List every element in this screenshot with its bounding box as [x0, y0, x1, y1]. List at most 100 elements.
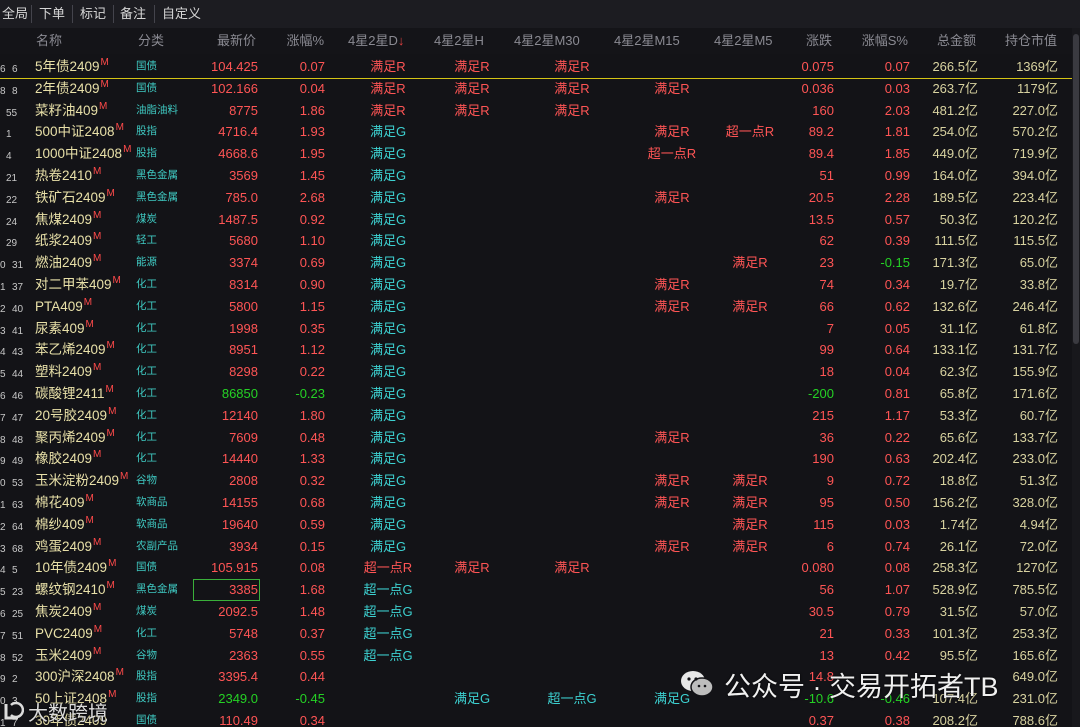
- instrument-name[interactable]: 1000中证2408M: [35, 143, 131, 165]
- price-diff: 0.075: [801, 59, 834, 74]
- col-header-position[interactable]: 持仓市值: [995, 28, 1057, 54]
- table-row[interactable]: 5 44 塑料2409M 化工 8298 0.22 满足G 18 0.04 62.3亿 155.9亿: [0, 361, 1072, 383]
- tab-note[interactable]: 备注: [120, 0, 146, 28]
- col-header-h[interactable]: 4星2星H: [434, 28, 484, 54]
- col-header-change-s[interactable]: 涨幅S%: [850, 28, 908, 54]
- table-row[interactable]: 29 纸浆2409M 轻工 5680 1.10 满足G 62 0.39 111.5亿 115.5亿: [0, 230, 1072, 252]
- table-row[interactable]: 0 53 玉米淀粉2409M 谷物 2808 0.32 满足G 满足R 满足R 9 0.72 18.8…: [0, 470, 1072, 492]
- instrument-name[interactable]: PVC2409M: [35, 623, 102, 645]
- tab-order[interactable]: 下单: [39, 0, 65, 28]
- table-row[interactable]: 3 68 鸡蛋2409M 农副产品 3934 0.15 满足G 满足R 满足R 6 0.74 26.1…: [0, 536, 1072, 558]
- col-header-name[interactable]: 名称: [36, 28, 62, 54]
- table-row[interactable]: 8 48 聚丙烯2409M 化工 7609 0.48 满足G 满足R 36 0.22 65.6亿 13…: [0, 427, 1072, 449]
- position-value: 231.0亿: [1012, 691, 1058, 707]
- col-header-price[interactable]: 最新价: [190, 28, 256, 54]
- instrument-name[interactable]: 焦煤2409M: [35, 209, 101, 231]
- instrument-name[interactable]: 塑料2409M: [35, 361, 101, 383]
- table-row[interactable]: 4 5 10年债2409M 国债 105.915 0.08 超一点R 满足R 满足R 0.080 0…: [0, 557, 1072, 579]
- table-row[interactable]: 24 焦煤2409M 煤炭 1487.5 0.92 满足G 13.5 0.57 50.3亿 120…: [0, 209, 1072, 231]
- instrument-name[interactable]: 燃油2409M: [35, 252, 101, 274]
- signal-d: 超一点G: [363, 582, 413, 598]
- signal-m30: 满足R: [554, 80, 590, 96]
- table-row[interactable]: 7 51 PVC2409M 化工 5748 0.37 超一点G 21 0.33 101.3亿 253…: [0, 623, 1072, 645]
- instrument-name[interactable]: 菜籽油409M: [35, 100, 107, 122]
- table-row[interactable]: 1 63 棉花409M 软商品 14155 0.68 满足G 满足R 满足R 95 0.50 156.…: [0, 492, 1072, 514]
- sector-tag: 股指: [136, 147, 157, 160]
- instrument-name[interactable]: 对二甲苯409M: [35, 274, 121, 296]
- price-diff: 6: [826, 538, 834, 554]
- col-header-change-pct[interactable]: 涨幅%: [270, 28, 324, 54]
- table-row[interactable]: 3 41 尿素409M 化工 1998 0.35 满足G 7 0.05 31.1亿 61.8亿: [0, 318, 1072, 340]
- table-row[interactable]: 2 64 棉纱409M 软商品 19640 0.59 满足G 满足R 115 0.03 1.74亿 4…: [0, 514, 1072, 536]
- price-diff: 51: [819, 168, 834, 183]
- total-amount: 449.0亿: [932, 146, 978, 162]
- instrument-name[interactable]: 玉米2409M: [35, 645, 101, 667]
- instrument-name[interactable]: 螺纹钢2410M: [35, 579, 115, 601]
- col-header-d[interactable]: 4星2星D↓: [348, 28, 404, 54]
- col-header-m15[interactable]: 4星2星M15: [614, 28, 680, 54]
- col-header-m30[interactable]: 4星2星M30: [514, 28, 580, 54]
- table-row[interactable]: 8 8 2年债2409M 国债 102.166 0.04 满足R 满足R 满足R 满足R 0.036…: [0, 78, 1072, 100]
- signal-m15: 满足R: [654, 429, 690, 445]
- table-row[interactable]: 1 500中证2408M 股指 4716.4 1.93 满足G 满足R 超一点R 89.2 1.8…: [0, 121, 1072, 143]
- last-price: 12140: [221, 407, 258, 423]
- last-price: 105.915: [211, 560, 258, 576]
- instrument-name[interactable]: 5年债2409M: [35, 56, 109, 78]
- table-row[interactable]: 6 6 5年债2409M 国债 104.425 0.07 满足R 满足R 满足R 0.075 0.0…: [0, 56, 1072, 79]
- instrument-name[interactable]: 棉花409M: [35, 492, 94, 514]
- signal-m15: 满足R: [654, 538, 690, 554]
- instrument-name-text: 铁矿石2409: [35, 189, 106, 205]
- instrument-name[interactable]: 纸浆2409M: [35, 230, 101, 252]
- table-row[interactable]: 4 43 苯乙烯2409M 化工 8951 1.12 满足G 99 0.64 133.1亿 131.…: [0, 339, 1072, 361]
- position-value: 165.6亿: [1012, 647, 1058, 663]
- instrument-name[interactable]: PTA409M: [35, 296, 92, 318]
- instrument-name[interactable]: 500中证2408M: [35, 121, 124, 143]
- scrollbar-thumb[interactable]: [1073, 34, 1079, 344]
- table-row[interactable]: 1 37 对二甲苯409M 化工 8314 0.90 满足G 满足R 74 0.34 19.7亿 33…: [0, 274, 1072, 296]
- instrument-name[interactable]: 棉纱409M: [35, 514, 94, 536]
- table-row[interactable]: 0 31 燃油2409M 能源 3374 0.69 满足G 满足R 23 -0.15 171.3亿 6…: [0, 252, 1072, 274]
- instrument-name[interactable]: 尿素409M: [35, 318, 94, 340]
- position-value: 60.7亿: [1019, 407, 1058, 423]
- instrument-name[interactable]: 橡胶2409M: [35, 448, 101, 470]
- change-pct: 0.22: [299, 364, 325, 380]
- instrument-name[interactable]: 10年债2409M: [35, 557, 116, 579]
- table-row[interactable]: 22 铁矿石2409M 黑色金属 785.0 2.68 满足G 满足R 20.5 2.28 189…: [0, 187, 1072, 209]
- col-header-m5[interactable]: 4星2星M5: [714, 28, 773, 54]
- instrument-name[interactable]: 20号胶2409M: [35, 405, 116, 427]
- table-row[interactable]: 2 40 PTA409M 化工 5800 1.15 满足G 满足R 满足R 66 0.62 132.6…: [0, 296, 1072, 318]
- instrument-name[interactable]: 300沪深2408M: [35, 666, 124, 688]
- tab-global[interactable]: 全局: [2, 0, 28, 28]
- table-row[interactable]: 21 热卷2410M 黑色金属 3569 1.45 满足G 51 0.99 164.0亿 394.…: [0, 165, 1072, 187]
- table-row[interactable]: 55 菜籽油409M 油脂油料 8775 1.86 满足R 满足R 满足R 160 2.03 481…: [0, 100, 1072, 122]
- instrument-name-text: 纸浆2409: [35, 233, 93, 249]
- table-row[interactable]: 4 1000中证2408M 股指 4668.6 1.95 满足G 超一点R 89.4 1.85 4…: [0, 143, 1072, 165]
- table-row[interactable]: 1 7 30年债2409 国债 110.49 0.34 0.37 0.38 208.2亿 788.…: [0, 710, 1072, 727]
- change-pct: -0.23: [295, 386, 325, 401]
- col-header-diff[interactable]: 涨跌: [790, 28, 832, 54]
- vertical-scrollbar[interactable]: [1072, 28, 1080, 727]
- instrument-name[interactable]: 碳酸锂2411M: [35, 383, 114, 405]
- table-row[interactable]: 5 23 螺纹钢2410M 黑色金属 3385 1.68 超一点G 56 1.07 528.9亿 7…: [0, 579, 1072, 601]
- instrument-name[interactable]: 热卷2410M: [35, 165, 101, 187]
- table-row[interactable]: 9 49 橡胶2409M 化工 14440 1.33 满足G 190 0.63 202.4亿 233…: [0, 448, 1072, 470]
- tab-mark[interactable]: 标记: [80, 0, 106, 28]
- instrument-name[interactable]: 铁矿石2409M: [35, 187, 115, 209]
- instrument-name[interactable]: 焦炭2409M: [35, 601, 101, 623]
- table-row[interactable]: 6 46 碳酸锂2411M 化工 86850 -0.23 满足G -200 0.81 65.8亿 1…: [0, 383, 1072, 405]
- col-header-amount[interactable]: 总金额: [920, 28, 976, 54]
- signal-d: 满足G: [369, 233, 407, 249]
- table-row[interactable]: 7 47 20号胶2409M 化工 12140 1.80 满足G 215 1.17 53.3亿 60…: [0, 405, 1072, 427]
- signal-d: 满足G: [369, 538, 407, 554]
- total-amount: 189.5亿: [932, 189, 978, 205]
- instrument-name[interactable]: 聚丙烯2409M: [35, 427, 115, 449]
- tab-custom[interactable]: 自定义: [162, 0, 201, 28]
- instrument-name[interactable]: 鸡蛋2409M: [35, 536, 101, 558]
- table-row[interactable]: 6 25 焦炭2409M 煤炭 2092.5 1.48 超一点G 30.5 0.79 31.5亿 5…: [0, 601, 1072, 623]
- instrument-name[interactable]: 苯乙烯2409M: [35, 339, 115, 361]
- change-s-pct: 0.03: [884, 80, 910, 96]
- col-header-sector[interactable]: 分类: [138, 28, 164, 54]
- instrument-name[interactable]: 2年债2409M: [35, 78, 109, 100]
- instrument-name[interactable]: 玉米淀粉2409M: [35, 470, 128, 492]
- price-diff: 18: [819, 364, 834, 380]
